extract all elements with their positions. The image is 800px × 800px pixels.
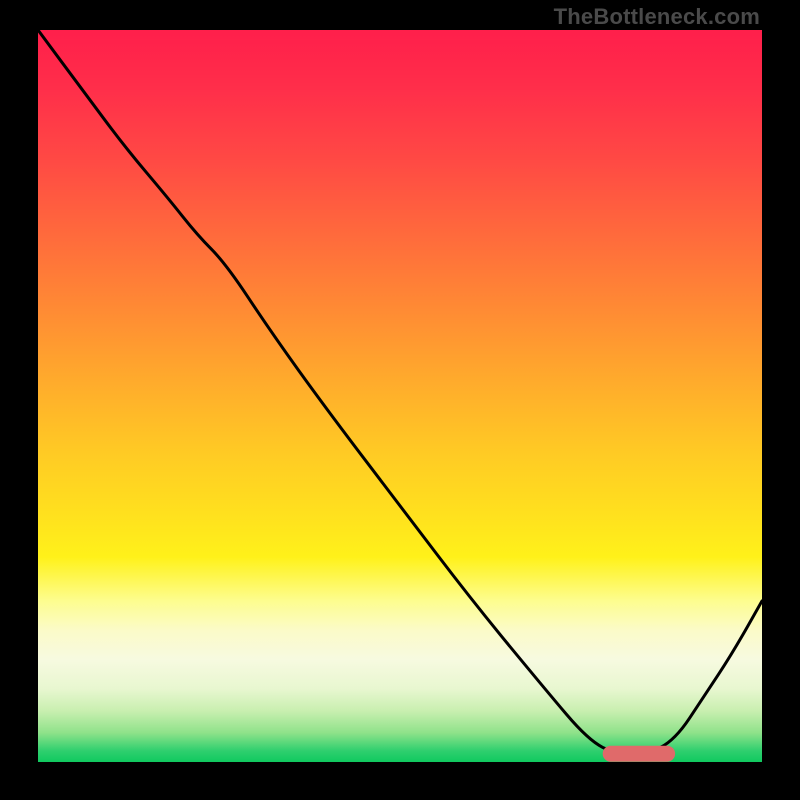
curve-svg	[38, 30, 762, 762]
watermark-text: TheBottleneck.com	[554, 4, 760, 30]
optimum-marker	[603, 746, 675, 762]
bottleneck-curve-path	[38, 30, 762, 755]
chart-frame: TheBottleneck.com	[0, 0, 800, 800]
plot-area	[38, 30, 762, 762]
